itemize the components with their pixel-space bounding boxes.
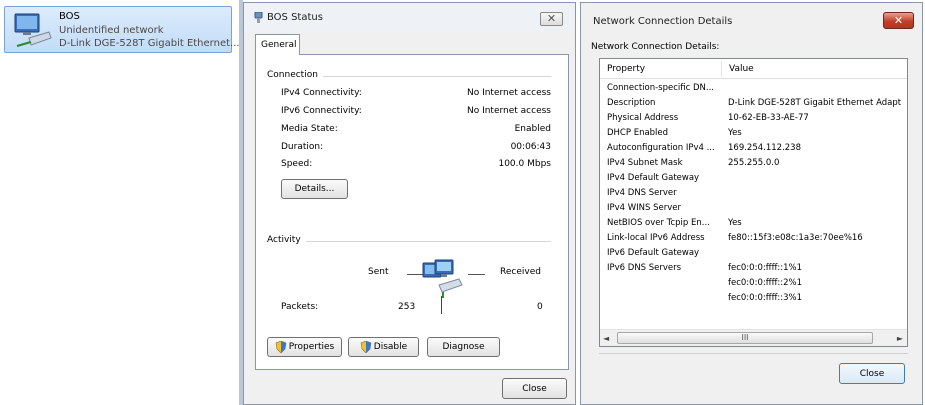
ipv4-connectivity-label: IPv4 Connectivity:	[281, 88, 362, 98]
row-value: fec0:0:0:ffff::1%1	[728, 263, 803, 273]
column-separator[interactable]	[721, 61, 722, 77]
row-property: Connection-specific DN...	[607, 83, 714, 93]
scroll-thumb[interactable]: III	[617, 332, 873, 344]
row-value: Yes	[728, 128, 742, 138]
row-property: IPv6 DNS Servers	[607, 263, 682, 273]
table-row[interactable]: IPv6 Default Gateway	[600, 247, 907, 262]
table-row[interactable]: Connection-specific DN...	[600, 82, 907, 97]
table-row[interactable]: NetBIOS over Tcpip En... Yes	[600, 217, 907, 232]
row-property: IPv4 Default Gateway	[607, 173, 700, 183]
close-icon[interactable]: ✕	[540, 12, 563, 26]
table-row[interactable]: fec0:0:0:ffff::3%1	[600, 292, 907, 307]
details-separator	[599, 353, 908, 354]
row-property: DHCP Enabled	[607, 128, 669, 138]
row-property: IPv6 Default Gateway	[607, 248, 700, 258]
scroll-right-icon[interactable]: ►	[897, 334, 903, 343]
details-column-header: Property Value	[600, 59, 907, 79]
row-property: NetBIOS over Tcpip En...	[607, 218, 710, 228]
row-value: 169.254.112.238	[728, 143, 802, 153]
network-status: Unidentified network	[59, 25, 164, 36]
row-value: Yes	[728, 218, 742, 228]
column-property-header[interactable]: Property	[607, 64, 645, 74]
row-value: D-Link DGE-528T Gigabit Ethernet Adapt	[728, 98, 902, 108]
table-row[interactable]: IPv4 WINS Server	[600, 202, 907, 217]
received-label: Received	[500, 267, 541, 277]
properties-button[interactable]: Properties	[267, 337, 342, 357]
tab-general[interactable]: General	[255, 34, 300, 55]
table-row[interactable]: IPv4 Default Gateway	[600, 172, 907, 187]
network-list-item-bos[interactable]: BOS Unidentified network D-Link DGE-528T…	[4, 6, 240, 53]
row-property: IPv4 Subnet Mask	[607, 158, 683, 168]
media-state-value: Enabled	[514, 124, 551, 134]
row-value: 255.255.0.0	[728, 158, 780, 168]
scroll-left-icon[interactable]: ◄	[603, 334, 609, 343]
row-value: fec0:0:0:ffff::2%1	[728, 278, 803, 288]
details-window: Network Connection Details ✕ Network Con…	[580, 2, 923, 405]
row-property: IPv4 DNS Server	[607, 188, 677, 198]
connection-group-line	[323, 76, 551, 77]
status-network-icon	[254, 12, 263, 23]
network-name: BOS	[59, 11, 80, 22]
details-button[interactable]: Details...	[281, 179, 348, 199]
row-value: fec0:0:0:ffff::3%1	[728, 293, 803, 303]
status-window: BOS Status ✕ General Connection IPv4 Con…	[243, 2, 576, 405]
horizontal-scrollbar[interactable]: ◄ III ►	[600, 329, 907, 346]
connection-group-label: Connection	[267, 70, 318, 80]
speed-value: 100.0 Mbps	[498, 159, 551, 169]
details-heading: Network Connection Details:	[591, 42, 720, 52]
general-tab-panel: Connection IPv4 Connectivity: No Interne…	[255, 54, 569, 370]
ipv6-connectivity-label: IPv6 Connectivity:	[281, 106, 362, 116]
status-window-title: BOS Status	[267, 12, 323, 23]
table-row[interactable]: DHCP Enabled Yes	[600, 127, 907, 142]
table-row[interactable]: IPv4 DNS Server	[600, 187, 907, 202]
status-close-button[interactable]: Close	[502, 378, 567, 399]
row-property: Autoconfiguration IPv4 ...	[607, 143, 715, 153]
packets-label: Packets:	[281, 302, 319, 312]
status-titlebar[interactable]: BOS Status ✕	[244, 3, 575, 31]
speed-label: Speed:	[281, 159, 313, 169]
row-property: Link-local IPv6 Address	[607, 233, 705, 243]
properties-label: Properties	[288, 342, 335, 352]
activity-group-label: Activity	[267, 235, 301, 245]
row-property: Physical Address	[607, 113, 679, 123]
table-row[interactable]: Link-local IPv6 Address fe80::15f3:e08c:1…	[600, 232, 907, 247]
row-property: Description	[607, 98, 656, 108]
ipv4-connectivity-value: No Internet access	[466, 88, 551, 98]
uac-shield-icon	[360, 341, 372, 353]
media-state-label: Media State:	[281, 124, 338, 134]
details-list: Property Value Connection-specific DN...…	[599, 58, 908, 347]
details-close-button[interactable]: Close	[839, 363, 905, 384]
table-row[interactable]: Description D-Link DGE-528T Gigabit Ether…	[600, 97, 907, 112]
table-row[interactable]: IPv6 DNS Servers fec0:0:0:ffff::1%1	[600, 262, 907, 277]
column-value-header[interactable]: Value	[729, 64, 754, 74]
row-property: IPv4 WINS Server	[607, 203, 682, 213]
row-value: fe80::15f3:e08c:1a3e:70ee%16	[728, 233, 863, 243]
table-row[interactable]: fec0:0:0:ffff::2%1	[600, 277, 907, 292]
packets-received-value: 0	[537, 302, 543, 312]
table-row[interactable]: IPv4 Subnet Mask 255.255.0.0	[600, 157, 907, 172]
diagnose-button[interactable]: Diagnose	[427, 337, 500, 357]
table-row[interactable]: Physical Address 10-62-EB-33-AE-77	[600, 112, 907, 127]
row-value: 10-62-EB-33-AE-77	[728, 113, 809, 123]
sent-label: Sent	[368, 267, 389, 277]
packets-divider	[441, 296, 442, 314]
disable-button[interactable]: Disable	[348, 337, 419, 357]
activity-group-line	[306, 241, 551, 242]
disable-label: Disable	[373, 342, 408, 352]
duration-label: Duration:	[281, 142, 324, 152]
ipv6-connectivity-value: No Internet access	[466, 106, 551, 116]
packets-sent-value: 253	[398, 302, 416, 312]
received-connector	[468, 274, 485, 275]
details-window-title: Network Connection Details	[593, 16, 733, 27]
table-row[interactable]: Autoconfiguration IPv4 ... 169.254.112.23…	[600, 142, 907, 157]
network-activity-icon	[422, 259, 463, 298]
duration-value: 00:06:43	[510, 142, 551, 152]
network-adapter-icon	[14, 13, 52, 47]
close-icon[interactable]: ✕	[883, 12, 914, 29]
network-adapter-name: D-Link DGE-528T Gigabit Ethernet...	[59, 38, 240, 49]
uac-shield-icon	[275, 341, 287, 353]
